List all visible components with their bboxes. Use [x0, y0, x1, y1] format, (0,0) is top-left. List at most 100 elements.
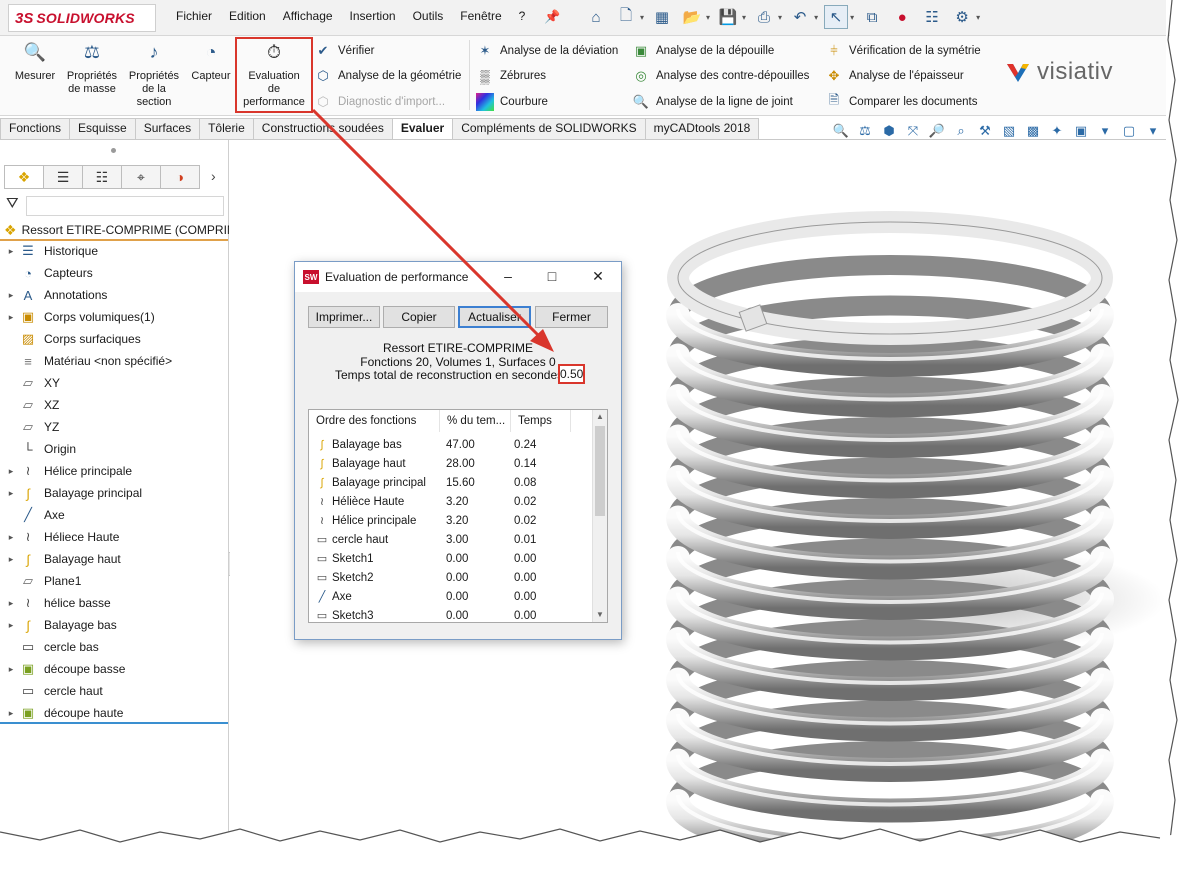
tree-item[interactable]: ▱ XY: [0, 372, 229, 394]
menu-fenetre[interactable]: Fenêtre: [460, 9, 501, 23]
tree-item[interactable]: ▭ cercle haut: [0, 680, 229, 702]
axes-icon[interactable]: ⤧: [904, 122, 922, 140]
expand-arrow-icon[interactable]: ▸: [0, 598, 18, 609]
tree-item[interactable]: ▭ cercle bas: [0, 636, 229, 658]
new-document-icon[interactable]: 🗋: [614, 5, 638, 29]
analyse-contre-depouilles-button[interactable]: ◎ Analyse des contre-dépouilles: [632, 67, 809, 85]
panel-grip[interactable]: [111, 148, 116, 153]
tab-complements[interactable]: Compléments de SOLIDWORKS: [452, 118, 646, 139]
menu-help[interactable]: ?: [519, 9, 526, 23]
save-icon[interactable]: 💾: [716, 5, 740, 29]
tree-item[interactable]: ▸ ☰ Historique: [0, 240, 229, 262]
expand-arrow-icon[interactable]: ▸: [0, 290, 18, 301]
scroll-up-icon[interactable]: ▲: [593, 410, 607, 424]
menu-edition[interactable]: Edition: [229, 9, 266, 23]
column-header-time[interactable]: Temps: [511, 410, 571, 432]
tab-surfaces[interactable]: Surfaces: [134, 118, 201, 139]
tree-item[interactable]: ▸ ≀ hélice basse: [0, 592, 229, 614]
maximize-icon[interactable]: □: [537, 268, 567, 284]
view-settings-icon[interactable]: ▾: [1096, 122, 1114, 140]
expand-arrow-icon[interactable]: ▸: [0, 488, 18, 499]
property-manager-tab-icon[interactable]: ☰: [43, 165, 83, 189]
chevron-down-icon[interactable]: ▾: [742, 13, 746, 22]
print-button[interactable]: Imprimer...: [308, 306, 380, 328]
column-header-feature-order[interactable]: Ordre des fonctions: [309, 410, 440, 432]
scroll-down-icon[interactable]: ▼: [593, 608, 607, 622]
close-button[interactable]: Fermer: [535, 306, 608, 328]
tree-root[interactable]: ❖ Ressort ETIRE-COMPRIME (COMPRIM: [4, 220, 229, 240]
tree-item[interactable]: ▨ Corps surfaciques: [0, 328, 229, 350]
scroll-thumb[interactable]: [595, 426, 605, 516]
tab-constructions-soudees[interactable]: Constructions soudées: [252, 118, 393, 139]
table-row[interactable]: ≀ Hélice principale 3.20 0.02: [309, 511, 594, 530]
display-manager-tab-icon[interactable]: ◑: [160, 165, 200, 189]
expand-arrow-icon[interactable]: ▸: [0, 620, 18, 631]
view-cube-icon[interactable]: ⬢: [880, 122, 898, 140]
chevron-down-icon[interactable]: ▾: [640, 13, 644, 22]
verifier-button[interactable]: ✔ Vérifier: [314, 42, 375, 60]
copy-button[interactable]: Copier: [383, 306, 455, 328]
expand-arrow-icon[interactable]: ▸: [0, 466, 18, 477]
analyse-epaisseur-button[interactable]: ✥ Analyse de l'épaisseur: [825, 67, 964, 85]
menu-insertion[interactable]: Insertion: [350, 9, 396, 23]
zoom-selection-icon[interactable]: ⌕: [952, 122, 970, 140]
display-style-icon[interactable]: ▩: [1024, 122, 1042, 140]
print-icon[interactable]: ⎙: [752, 5, 776, 29]
proprietes-masse-button[interactable]: ⚖ Propriétés de masse: [64, 43, 120, 96]
configuration-manager-tab-icon[interactable]: ☷: [82, 165, 122, 189]
tree-item[interactable]: ▸ ≀ Héliece Haute: [0, 526, 229, 548]
close-icon[interactable]: ✕: [583, 268, 613, 285]
appearance-icon[interactable]: ✦: [1048, 122, 1066, 140]
tab-mycadtools[interactable]: myCADtools 2018: [644, 118, 760, 139]
gear-icon[interactable]: ⚙: [950, 5, 974, 29]
menu-fichier[interactable]: Fichier: [176, 9, 212, 23]
menu-outils[interactable]: Outils: [413, 9, 444, 23]
table-row[interactable]: ≀ Hélièce Haute 3.20 0.02: [309, 492, 594, 511]
tree-item[interactable]: ▸ ▣ découpe basse: [0, 658, 229, 680]
search-icon[interactable]: 🔎: [928, 122, 946, 140]
expand-arrow-icon[interactable]: ▸: [0, 532, 18, 543]
table-row[interactable]: ∫ Balayage bas 47.00 0.24: [309, 435, 594, 454]
rotate-icon[interactable]: ⚒: [976, 122, 994, 140]
chevron-down-icon[interactable]: ▾: [976, 13, 980, 22]
capteur-button[interactable]: ◔ Capteur: [188, 43, 234, 83]
rebuild-icon[interactable]: ⧉: [860, 5, 884, 29]
expand-arrow-icon[interactable]: ▸: [0, 246, 18, 257]
tree-item[interactable]: ▱ Plane1: [0, 570, 229, 592]
expand-arrow-icon[interactable]: ▸: [0, 554, 18, 565]
traffic-light-icon[interactable]: ●: [890, 5, 914, 29]
tree-item[interactable]: ╱ Axe: [0, 504, 229, 526]
refresh-button[interactable]: Actualiser: [458, 306, 531, 328]
expand-arrow-icon[interactable]: ▸: [0, 708, 18, 719]
rollback-bar[interactable]: [0, 722, 228, 724]
new-from-template-icon[interactable]: ▦: [650, 5, 674, 29]
analyse-geometrie-button[interactable]: ⬡ Analyse de la géométrie: [314, 67, 461, 85]
file-properties-icon[interactable]: ☷: [920, 5, 944, 29]
tree-item[interactable]: ◔ Capteurs: [0, 262, 229, 284]
feature-manager-tab-icon[interactable]: ❖: [4, 165, 44, 189]
zoom-area-icon[interactable]: ⚖: [856, 122, 874, 140]
table-row[interactable]: ▭ Sketch1 0.00 0.00: [309, 549, 594, 568]
scene-icon[interactable]: ▣: [1072, 122, 1090, 140]
table-row[interactable]: ╱ Axe 0.00 0.00: [309, 587, 594, 606]
analyse-depouille-button[interactable]: ▣ Analyse de la dépouille: [632, 42, 774, 60]
mesurer-button[interactable]: 🔍 Mesurer: [12, 43, 58, 83]
pin-icon[interactable]: 📌: [544, 9, 560, 25]
verification-symetrie-button[interactable]: ⫩ Vérification de la symétrie: [825, 42, 980, 60]
dimxpert-tab-icon[interactable]: ⌖: [121, 165, 161, 189]
chevron-right-icon[interactable]: ›: [211, 168, 216, 184]
feature-timing-table[interactable]: Ordre des fonctions % du tem... Temps ∫ B…: [308, 409, 608, 623]
select-cursor-icon[interactable]: ↖: [824, 5, 849, 29]
zoom-to-fit-icon[interactable]: 🔍: [832, 122, 850, 140]
table-row[interactable]: ∫ Balayage haut 28.00 0.14: [309, 454, 594, 473]
home-icon[interactable]: ⌂: [584, 5, 608, 29]
table-scrollbar[interactable]: ▲ ▼: [592, 410, 607, 622]
filter-icon[interactable]: ⛛: [6, 195, 19, 212]
tab-tolerie[interactable]: Tôlerie: [199, 118, 254, 139]
tree-item[interactable]: └ Origin: [0, 438, 229, 460]
undo-icon[interactable]: ↶: [788, 5, 812, 29]
tab-fonctions[interactable]: Fonctions: [0, 118, 71, 139]
tree-item[interactable]: ▱ XZ: [0, 394, 229, 416]
filter-input[interactable]: [26, 196, 224, 216]
expand-arrow-icon[interactable]: ▸: [0, 664, 18, 675]
